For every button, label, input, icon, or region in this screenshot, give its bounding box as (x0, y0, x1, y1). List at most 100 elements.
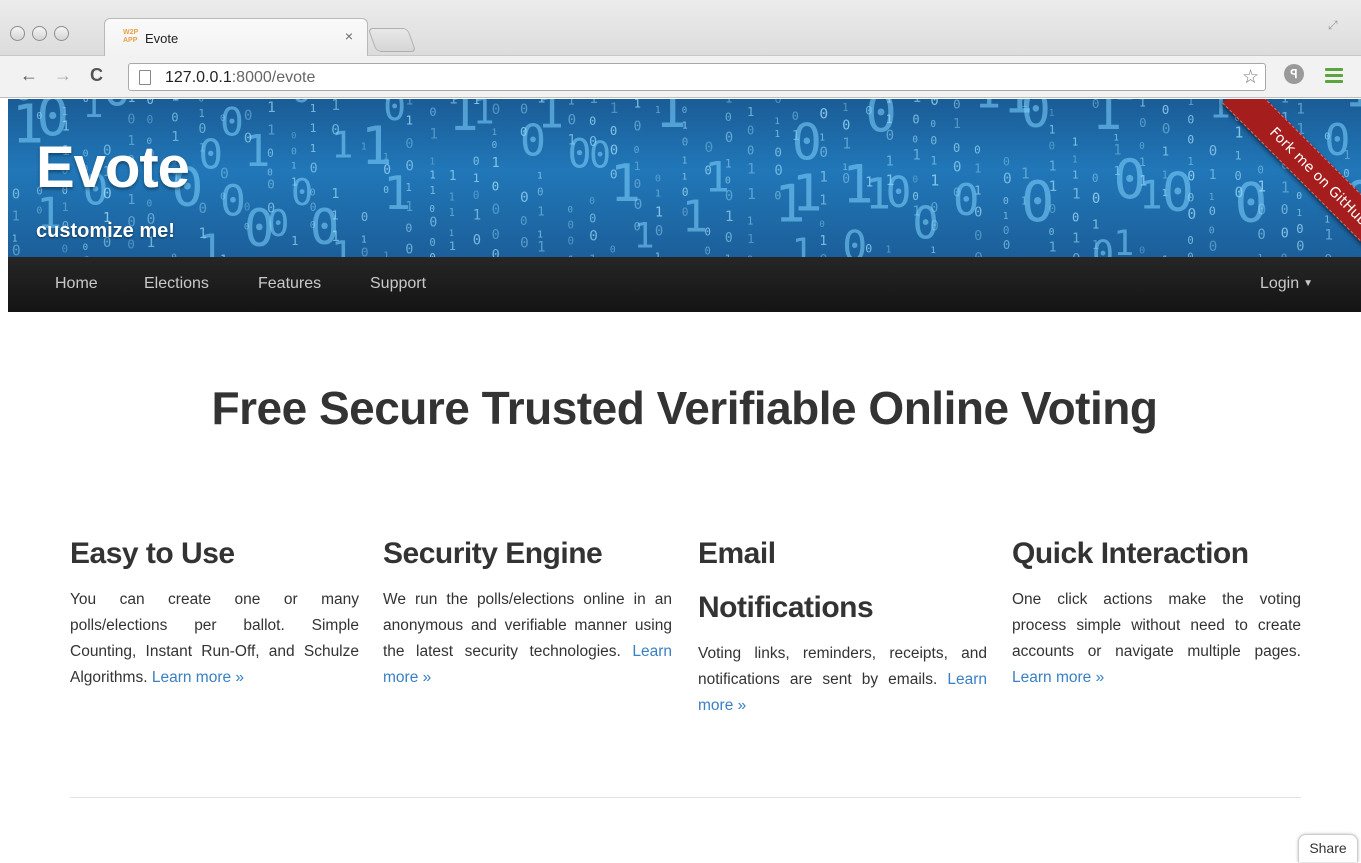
svg-text:0: 0 (1139, 141, 1145, 152)
svg-text:0: 0 (62, 243, 68, 255)
svg-text:0: 0 (492, 179, 500, 194)
svg-text:0: 0 (199, 201, 208, 217)
svg-text:1: 1 (331, 123, 353, 166)
svg-text:1: 1 (244, 99, 252, 102)
svg-text:1: 1 (886, 99, 893, 106)
svg-text:1: 1 (1049, 123, 1056, 136)
feature-text: You can create one or many polls/electio… (70, 591, 359, 686)
svg-text:0: 0 (492, 247, 500, 257)
chrome-menu-icon[interactable] (1325, 68, 1343, 86)
learn-more-link[interactable]: Learn more » (152, 669, 244, 686)
svg-text:0: 0 (1003, 170, 1012, 187)
svg-text:1: 1 (568, 99, 575, 107)
svg-text:0: 0 (589, 196, 595, 207)
learn-more-link[interactable]: Learn more » (1012, 669, 1104, 686)
svg-text:0: 0 (747, 144, 754, 158)
svg-text:1: 1 (792, 231, 813, 257)
svg-text:1: 1 (492, 128, 497, 138)
section-divider (70, 797, 1301, 798)
svg-text:0: 0 (171, 110, 178, 124)
svg-text:0: 0 (725, 189, 733, 205)
svg-text:1: 1 (819, 234, 827, 249)
svg-text:0: 0 (520, 213, 528, 228)
forward-arrow-icon[interactable]: → (54, 65, 72, 86)
svg-text:1: 1 (62, 119, 70, 135)
reload-icon[interactable]: C (90, 65, 103, 86)
svg-text:1: 1 (634, 159, 641, 173)
svg-text:0: 0 (429, 105, 436, 119)
bookmark-star-icon[interactable]: ☆ (1242, 66, 1259, 89)
svg-text:0: 0 (1003, 155, 1010, 169)
nav-elections[interactable]: Elections (144, 275, 209, 293)
svg-text:0: 0 (1003, 224, 1010, 237)
zoom-window-button[interactable] (54, 26, 69, 41)
svg-text:0: 0 (267, 147, 274, 160)
svg-text:0: 0 (492, 102, 501, 118)
feature-text: One click actions make the voting proces… (1012, 591, 1301, 686)
svg-text:0: 0 (492, 227, 500, 243)
svg-text:0: 0 (819, 106, 828, 123)
tab-title: Evote (145, 31, 179, 46)
svg-text:0: 0 (267, 202, 289, 245)
browser-toolbar: ← → C 127.0.0.1:8000/evote ☆ ꟼ (0, 56, 1361, 98)
svg-text:0: 0 (634, 120, 642, 135)
svg-text:0: 0 (589, 114, 596, 128)
svg-text:0: 0 (199, 99, 205, 104)
svg-text:0: 0 (842, 221, 867, 257)
svg-text:1: 1 (747, 161, 756, 177)
svg-text:0: 0 (589, 212, 596, 226)
svg-text:1: 1 (83, 99, 104, 126)
svg-text:0: 0 (1092, 233, 1114, 257)
svg-text:1: 1 (1139, 174, 1163, 219)
svg-text:0: 0 (147, 114, 154, 127)
nav-support[interactable]: Support (370, 275, 426, 293)
minimize-window-button[interactable] (32, 26, 47, 41)
svg-text:1: 1 (1049, 99, 1055, 100)
svg-text:1: 1 (1072, 169, 1079, 182)
browser-tab[interactable]: W2P APP Evote × (104, 18, 368, 56)
site-brand[interactable]: Evote (36, 137, 190, 199)
svg-text:0: 0 (520, 235, 529, 252)
svg-text:1: 1 (747, 216, 753, 228)
svg-text:0: 0 (705, 226, 711, 238)
feature-title: Easy to Use (70, 537, 235, 570)
svg-text:1: 1 (492, 156, 500, 171)
binary-rain-background: 0101100000011111001000100000100010101010… (12, 99, 1361, 258)
svg-text:1: 1 (449, 229, 454, 239)
fork-on-github-ribbon[interactable]: Fork me on GitHub (1222, 99, 1361, 273)
svg-text:1: 1 (310, 102, 317, 115)
address-bar[interactable]: 127.0.0.1:8000/evote ☆ (128, 63, 1266, 91)
nav-features[interactable]: Features (258, 275, 321, 293)
tab-close-icon[interactable]: × (345, 28, 353, 44)
svg-text:0: 0 (865, 241, 872, 255)
share-button[interactable]: Share (1298, 834, 1358, 862)
svg-text:1: 1 (774, 129, 780, 140)
svg-text:1: 1 (842, 102, 848, 114)
svg-text:1: 1 (792, 164, 823, 223)
svg-text:1: 1 (1072, 138, 1078, 149)
svg-text:1: 1 (267, 100, 276, 116)
svg-text:1: 1 (886, 112, 893, 126)
back-arrow-icon[interactable]: ← (20, 65, 38, 86)
page-icon (139, 70, 151, 85)
svg-text:1: 1 (655, 188, 661, 199)
svg-text:1: 1 (310, 122, 317, 135)
svg-text:0: 0 (220, 176, 246, 226)
svg-text:0: 0 (1003, 196, 1009, 207)
svg-text:1: 1 (537, 205, 545, 220)
new-tab-button[interactable] (367, 28, 417, 52)
svg-text:0: 0 (429, 99, 436, 100)
nav-home[interactable]: Home (55, 275, 98, 293)
svg-text:1: 1 (1049, 159, 1057, 174)
extension-icon[interactable]: ꟼ (1284, 64, 1304, 84)
feature-text: Voting links, reminders, receipts, and n… (698, 645, 988, 714)
svg-text:0: 0 (12, 243, 21, 258)
svg-text:1: 1 (537, 229, 543, 240)
svg-text:1: 1 (610, 101, 618, 117)
fullscreen-icon[interactable]: ⤢ (1328, 18, 1338, 33)
svg-text:1: 1 (930, 173, 939, 190)
svg-text:0: 0 (912, 175, 918, 186)
svg-text:1: 1 (634, 217, 655, 257)
close-window-button[interactable] (10, 26, 25, 41)
svg-text:1: 1 (655, 204, 663, 220)
